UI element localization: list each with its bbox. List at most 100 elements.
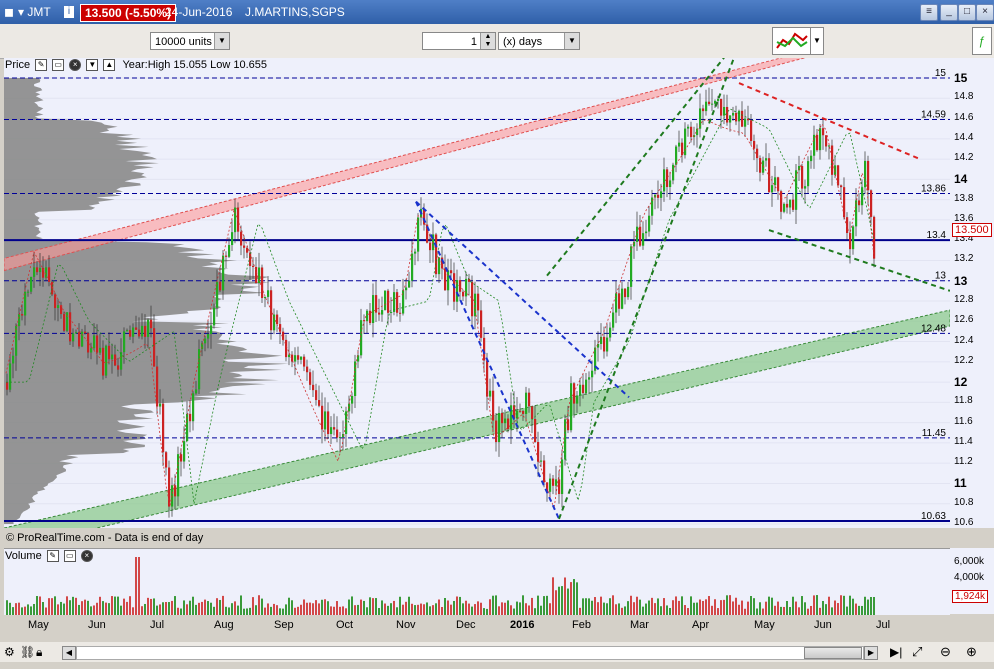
volume-bar bbox=[744, 608, 746, 615]
volume-bar bbox=[405, 601, 407, 615]
level-label: 13.4 bbox=[927, 230, 947, 241]
candle-body bbox=[675, 146, 678, 165]
zoom-icon[interactable]: ⤢ bbox=[912, 644, 922, 660]
info-icon[interactable]: i bbox=[64, 6, 74, 18]
price-chart-svg: 15 14.59 13.86 13.4 13 12.48 11.45 10.63 bbox=[4, 58, 950, 528]
volume-bar bbox=[324, 599, 326, 615]
volume-bar bbox=[564, 577, 566, 615]
volume-bar bbox=[81, 601, 83, 615]
stepper-arrows-icon[interactable]: ▲ ▼ bbox=[480, 33, 495, 49]
window-icon[interactable]: ▭ bbox=[52, 59, 65, 72]
candle-body bbox=[339, 436, 342, 438]
move-up-icon[interactable]: ▲ bbox=[103, 59, 116, 72]
volume-bar bbox=[534, 608, 536, 615]
volume-bar bbox=[159, 604, 161, 615]
volume-bar bbox=[528, 605, 530, 615]
wrench-icon[interactable]: ✎ bbox=[35, 59, 48, 72]
wrench-icon[interactable]: ✎ bbox=[46, 550, 59, 563]
candle-body bbox=[210, 325, 213, 334]
volume-bar bbox=[336, 601, 338, 615]
close-pane-icon[interactable]: × bbox=[80, 550, 93, 563]
candle-body bbox=[108, 345, 111, 360]
candle-body bbox=[27, 291, 30, 293]
scroll-left-icon[interactable]: ◀ bbox=[62, 646, 76, 660]
volume-bar bbox=[675, 596, 677, 615]
units-select[interactable]: 10000 units ▼ bbox=[150, 32, 230, 50]
volume-bar bbox=[45, 607, 47, 615]
currency-icon[interactable]: ƒ bbox=[972, 27, 992, 55]
period-stepper[interactable]: 1 ▲ ▼ bbox=[422, 32, 496, 50]
candle-body bbox=[855, 200, 858, 227]
volume-bar bbox=[219, 599, 221, 615]
volume-bar bbox=[750, 596, 752, 615]
lock-icon[interactable]: 🔒︎ bbox=[36, 645, 42, 660]
candle-body bbox=[54, 294, 57, 309]
candle-body bbox=[315, 390, 318, 401]
price-tick: 12.2 bbox=[954, 354, 974, 366]
volume-bar bbox=[519, 602, 521, 615]
volume-bar bbox=[435, 603, 437, 615]
price-pane-header: Price ✎ ▭ × ▼ ▲ Year:High 15.055 Low 10.… bbox=[5, 59, 267, 73]
volume-bar bbox=[633, 602, 635, 615]
candle-body bbox=[534, 419, 537, 443]
link-icon[interactable]: ⛓ bbox=[20, 645, 35, 659]
zoom-out-icon[interactable]: ⊖ bbox=[940, 644, 951, 660]
goto-end-icon[interactable]: ▶| bbox=[890, 645, 902, 659]
volume-bar bbox=[339, 606, 341, 615]
move-down-icon[interactable]: ▼ bbox=[86, 59, 99, 72]
settings-icon[interactable]: ⚙ bbox=[4, 645, 15, 659]
chart-scrollbar[interactable]: ⚙ ⛓ 🔒︎ ◀ ▶ ▶| ⤢ ⊖ ⊕ bbox=[0, 642, 994, 662]
volume-bar bbox=[357, 604, 359, 615]
month-label: Nov bbox=[396, 619, 416, 631]
candle-body bbox=[312, 384, 315, 391]
volume-bar bbox=[660, 606, 662, 615]
chart-type-dropdown[interactable]: ▼ bbox=[810, 27, 824, 55]
chart-date: 24-Jun-2016 bbox=[165, 5, 233, 19]
volume-bar bbox=[546, 595, 548, 615]
candle-body bbox=[585, 379, 588, 394]
maximize-icon[interactable]: □ bbox=[958, 4, 976, 21]
candle-body bbox=[225, 255, 228, 257]
volume-chart[interactable] bbox=[4, 548, 950, 615]
toolbar-menu-icon[interactable]: ≡ bbox=[920, 4, 938, 21]
volume-bar bbox=[270, 606, 272, 615]
volume-bar bbox=[591, 600, 593, 615]
ticker-menu[interactable]: ▾ JMT bbox=[18, 5, 51, 19]
candle-body bbox=[723, 106, 726, 116]
window-icon[interactable]: ▭ bbox=[63, 550, 76, 563]
volume-bar bbox=[402, 604, 404, 615]
candle-body bbox=[354, 361, 357, 397]
candle-body bbox=[180, 454, 183, 462]
volume-bar bbox=[264, 607, 266, 615]
volume-bar bbox=[837, 603, 839, 615]
price-chart[interactable]: 15 14.59 13.86 13.4 13 12.48 11.45 10.63 bbox=[4, 58, 950, 528]
candle-body bbox=[144, 325, 147, 337]
period-unit-value: (x) days bbox=[503, 36, 543, 48]
volume-bar bbox=[642, 606, 644, 615]
candle-body bbox=[366, 310, 369, 322]
scroll-right-icon[interactable]: ▶ bbox=[864, 646, 878, 660]
period-unit-select[interactable]: (x) days ▼ bbox=[498, 32, 580, 50]
volume-bar bbox=[753, 598, 755, 615]
volume-bar bbox=[279, 608, 281, 615]
minimize-icon[interactable]: _ bbox=[940, 4, 958, 21]
candle-body bbox=[12, 355, 15, 364]
volume-bar bbox=[249, 607, 251, 615]
candle-body bbox=[48, 267, 51, 282]
close-pane-icon[interactable]: × bbox=[69, 59, 82, 72]
zoom-in-icon[interactable]: ⊕ bbox=[966, 644, 977, 660]
candle-body bbox=[372, 295, 375, 324]
volume-bar bbox=[294, 607, 296, 615]
level-label: 13 bbox=[935, 271, 947, 282]
chart-type-button[interactable] bbox=[772, 27, 812, 55]
price-pane-label: Price bbox=[5, 59, 31, 71]
candle-body bbox=[525, 392, 528, 414]
volume-bar bbox=[24, 606, 26, 615]
scroll-track[interactable] bbox=[76, 646, 864, 660]
scroll-thumb[interactable] bbox=[804, 647, 862, 659]
volume-bar bbox=[246, 608, 248, 615]
candle-body bbox=[87, 333, 90, 353]
volume-bar bbox=[762, 608, 764, 615]
close-icon[interactable]: × bbox=[976, 4, 994, 21]
volume-bar bbox=[141, 606, 143, 615]
